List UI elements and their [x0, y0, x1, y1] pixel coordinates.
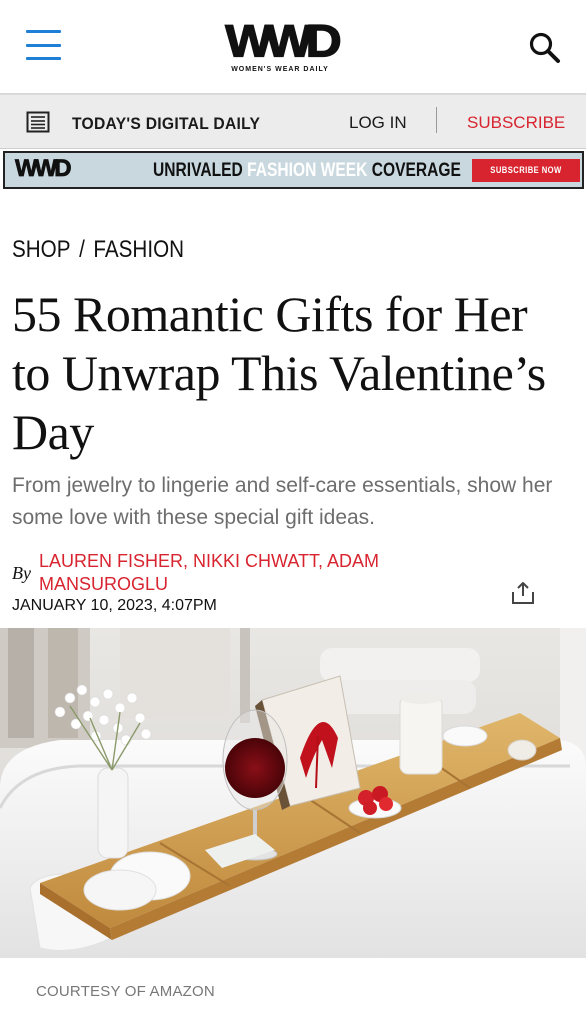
banner-text-before: UNRIVALED: [153, 160, 248, 181]
banner-button-label: SUBSCRIBE NOW: [490, 165, 562, 175]
banner-subscribe-button[interactable]: SUBSCRIBE NOW: [472, 159, 580, 182]
publish-date: JANUARY 10, 2023, 4:07PM: [12, 597, 217, 614]
breadcrumb-fashion[interactable]: FASHION: [93, 236, 184, 263]
logo-mark: WWD: [225, 15, 343, 67]
banner-headline: UNRIVALED FASHION WEEK COVERAGE: [153, 160, 461, 182]
login-link[interactable]: LOG IN: [349, 113, 407, 133]
search-icon[interactable]: [527, 30, 561, 64]
newspaper-icon: [26, 111, 50, 133]
breadcrumb: SHOP / FASHION: [12, 236, 184, 264]
wwd-logo[interactable]: WWD WOMEN'S WEAR DAILY: [205, 18, 355, 73]
logo-subtitle: WOMEN'S WEAR DAILY: [231, 66, 329, 73]
banner-text-accent: FASHION WEEK: [247, 160, 368, 181]
subscribe-link[interactable]: SUBSCRIBE: [467, 113, 565, 133]
digital-daily-link[interactable]: TODAY'S DIGITAL DAILY: [72, 114, 260, 134]
site-header: WWD WOMEN'S WEAR DAILY: [0, 0, 586, 93]
fashion-week-banner[interactable]: WWD UNRIVALED FASHION WEEK COVERAGE SUBS…: [3, 151, 584, 189]
article-headline: 55 Romantic Gifts for Her to Unwrap This…: [12, 286, 546, 460]
hero-image: [0, 628, 586, 958]
banner-text-after: COVERAGE: [367, 160, 461, 181]
breadcrumb-shop[interactable]: SHOP: [12, 236, 70, 263]
image-caption: COURTESY OF AMAZON: [36, 983, 215, 1000]
bathtub-caddy-photo: [0, 628, 586, 958]
banner-logo: WWD: [15, 155, 72, 183]
hamburger-menu-icon[interactable]: [26, 30, 61, 60]
breadcrumb-separator: /: [79, 236, 85, 263]
digital-daily-bar: TODAY'S DIGITAL DAILY LOG IN SUBSCRIBE: [0, 95, 586, 149]
byline-authors[interactable]: LAUREN FISHER, NIKKI CHWATT, ADAM MANSUR…: [39, 550, 439, 596]
nav-divider: [436, 107, 437, 133]
article-dek: From jewelry to lingerie and self-care e…: [12, 474, 553, 529]
share-icon[interactable]: [510, 580, 536, 606]
byline-prefix: By: [12, 563, 31, 583]
